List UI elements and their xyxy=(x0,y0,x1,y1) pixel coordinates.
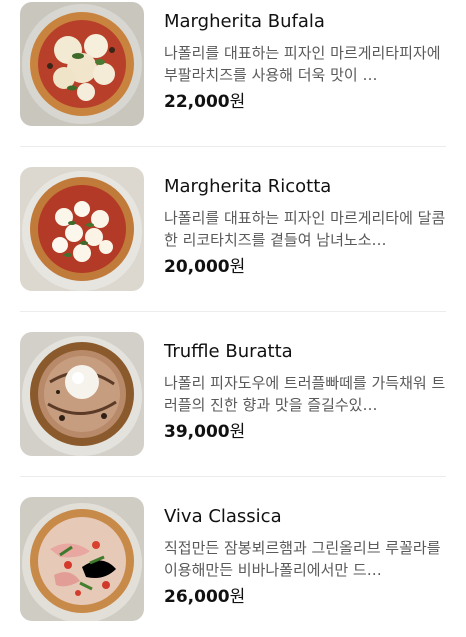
divider xyxy=(20,146,446,147)
menu-item-name: Margherita Ricotta xyxy=(164,176,332,197)
menu-item-image xyxy=(20,2,144,126)
menu-item-price: 39,000원 xyxy=(164,420,448,444)
menu-item-image xyxy=(20,167,144,291)
price-amount: 39,000 xyxy=(164,422,230,442)
pizza-photo xyxy=(20,497,144,621)
price-currency: 원 xyxy=(229,92,246,112)
menu-item-image xyxy=(20,497,144,621)
menu-item-truffle-buratta[interactable]: Truffle Buratta 나폴리 피자도우에 트러플빠떼를 가득채워 트러… xyxy=(0,332,466,472)
price-currency: 원 xyxy=(229,422,246,442)
menu-item-viva-classica[interactable]: Viva Classica 직접만든 잠봉뵈르햄과 그린올리브 루꼴라를 이용해… xyxy=(0,497,466,637)
menu-item-price: 26,000원 xyxy=(164,585,448,609)
menu-item-description: 직접만든 잠봉뵈르햄과 그린올리브 루꼴라를 이용해만든 비바나폴리에서만 드… xyxy=(164,539,441,579)
pizza-photo xyxy=(20,167,144,291)
menu-item-price: 22,000원 xyxy=(164,90,448,114)
menu-item-name: Viva Classica xyxy=(164,506,282,527)
menu-item-info: Viva Classica 직접만든 잠봉뵈르햄과 그린올리브 루꼴라를 이용해… xyxy=(164,497,448,609)
price-amount: 26,000 xyxy=(164,587,230,607)
menu-item-info: Truffle Buratta 나폴리 피자도우에 트러플빠떼를 가득채워 트러… xyxy=(164,332,448,444)
menu-item-price: 20,000원 xyxy=(164,255,448,279)
price-currency: 원 xyxy=(229,257,246,277)
menu-item-description: 나폴리 피자도우에 트러플빠떼를 가득채워 트러플의 진한 향과 맛을 즐길수있… xyxy=(164,374,446,414)
menu-item-image xyxy=(20,332,144,456)
menu-item-info: Margherita Bufala 나폴리를 대표하는 피자인 마르게리타피자에… xyxy=(164,2,448,114)
divider xyxy=(20,476,446,477)
menu-item-info: Margherita Ricotta 나폴리를 대표하는 피자인 마르게리타에 … xyxy=(164,167,448,279)
pizza-photo xyxy=(20,332,144,456)
menu-item-name: Margherita Bufala xyxy=(164,11,325,32)
price-amount: 22,000 xyxy=(164,92,230,112)
divider xyxy=(20,311,446,312)
menu-item-margherita-ricotta[interactable]: Margherita Ricotta 나폴리를 대표하는 피자인 마르게리타에 … xyxy=(0,167,466,307)
price-currency: 원 xyxy=(229,587,246,607)
price-amount: 20,000 xyxy=(164,257,230,277)
menu-item-margherita-bufala[interactable]: Margherita Bufala 나폴리를 대표하는 피자인 마르게리타피자에… xyxy=(0,2,466,142)
menu-item-description: 나폴리를 대표하는 피자인 마르게리타피자에 부팔라치즈를 사용해 더욱 맛이 … xyxy=(164,44,441,84)
menu-item-description: 나폴리를 대표하는 피자인 마르게리타에 달콤한 리코타치즈를 곁들여 남녀노소… xyxy=(164,209,446,249)
pizza-photo xyxy=(20,2,144,126)
menu-item-name: Truffle Buratta xyxy=(164,341,293,362)
